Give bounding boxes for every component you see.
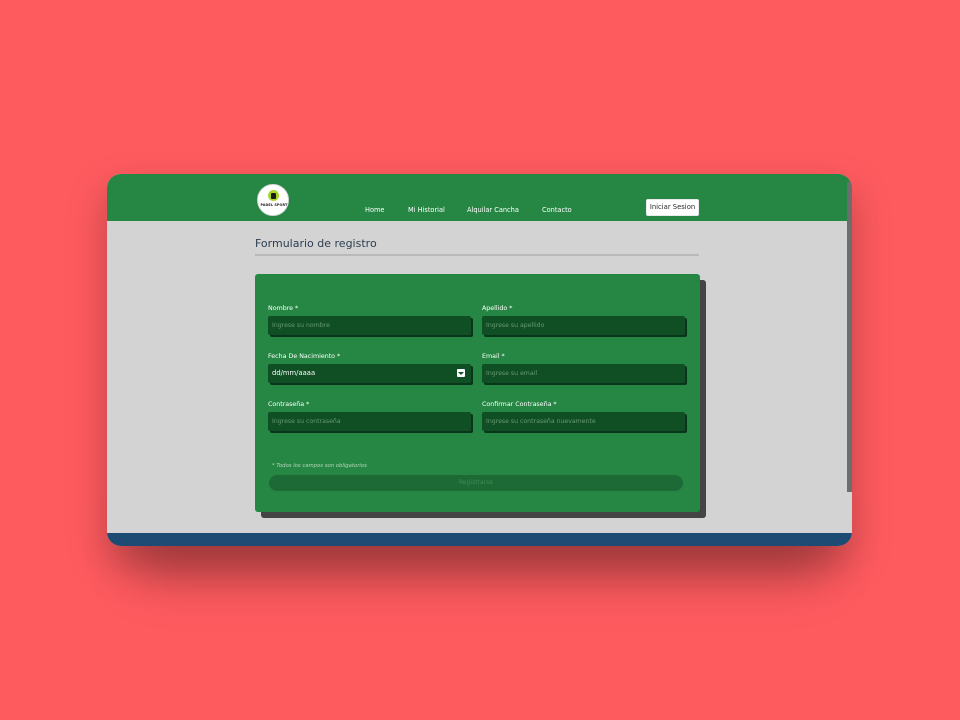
scrollbar[interactable] <box>847 182 852 492</box>
browser-window: PADEL SPORT Home Mi Historial Alquilar C… <box>107 174 852 546</box>
title-divider <box>255 254 699 256</box>
nombre-input[interactable] <box>268 316 471 335</box>
apellido-input[interactable] <box>482 316 685 335</box>
navbar: PADEL SPORT Home Mi Historial Alquilar C… <box>107 174 852 221</box>
required-note: * Todos los campos son obligatorios <box>272 463 367 469</box>
padel-logo-icon <box>268 190 279 201</box>
confirm-password-label: Confirmar Contraseña * <box>482 401 557 408</box>
login-button[interactable]: Iniciar Sesion <box>646 199 699 216</box>
email-input[interactable] <box>482 364 685 383</box>
page-title: Formulario de registro <box>255 237 377 250</box>
email-label: Email * <box>482 353 505 360</box>
nombre-label: Nombre * <box>268 305 299 312</box>
nav-item-contacto[interactable]: Contacto <box>542 206 572 214</box>
fecha-label: Fecha De Nacimiento * <box>268 353 341 360</box>
logo-text: PADEL SPORT <box>260 203 288 207</box>
bottom-strip <box>107 533 852 546</box>
password-input[interactable] <box>268 412 471 431</box>
nav-item-alquilar-cancha[interactable]: Alquilar Cancha <box>467 206 519 214</box>
brand-logo[interactable]: PADEL SPORT <box>257 184 289 216</box>
nav-item-mi-historial[interactable]: Mi Historial <box>408 206 445 214</box>
password-label: Contraseña * <box>268 401 310 408</box>
nav-item-home[interactable]: Home <box>365 206 384 214</box>
calendar-dropdown-icon[interactable] <box>457 369 465 377</box>
confirm-password-input[interactable] <box>482 412 685 431</box>
fecha-value: dd/mm/aaaa <box>272 369 316 377</box>
apellido-label: Apellido * <box>482 305 513 312</box>
fecha-input[interactable]: dd/mm/aaaa <box>268 364 471 383</box>
submit-button[interactable]: Registrarse <box>269 475 683 491</box>
